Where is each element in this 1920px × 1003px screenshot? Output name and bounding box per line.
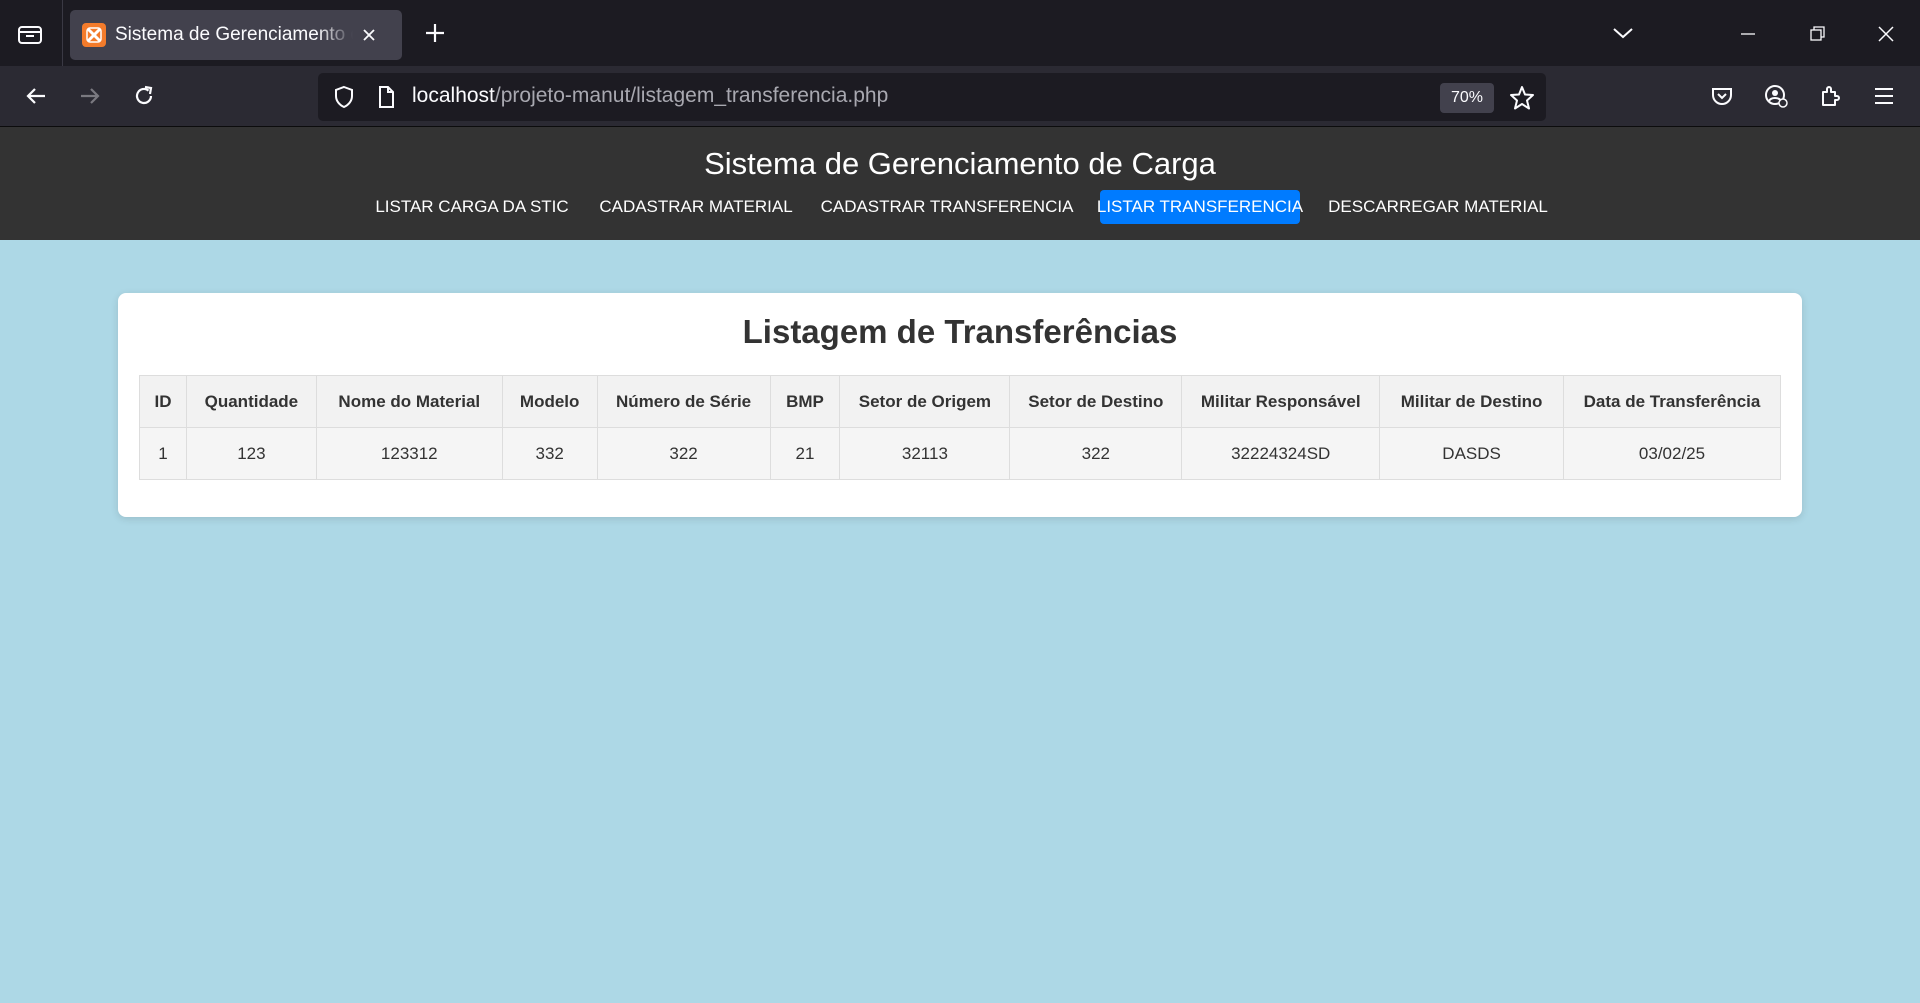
column-header-militar-destino: Militar de Destino [1379,375,1565,428]
cell-militar-responsavel: 32224324SD [1181,427,1381,480]
account-icon[interactable] [1756,76,1796,116]
pocket-icon[interactable] [1702,76,1742,116]
url-host: localhost [412,84,495,107]
column-header-modelo: Modelo [501,375,598,428]
page-title: Listagem de Transferências [742,313,1178,350]
column-header-setor-origem: Setor de Origem [839,375,1011,428]
chevron-down-icon[interactable] [1608,18,1638,48]
plus-icon[interactable] [420,18,450,48]
table-header-row: ID Quantidade Nome do Material Modelo Nú… [139,375,1781,428]
address-bar[interactable]: localhost/projeto-manut/listagem_transfe… [318,73,1546,121]
menu-item-listar-transferencia[interactable]: LISTAR TRANSFERENCIA [1097,190,1303,224]
menu-item-cadastrar-transferencia[interactable]: CADASTRAR TRANSFERENCIA [821,190,1074,224]
reload-icon[interactable] [124,76,164,116]
cell-quantidade: 123 [185,427,317,480]
app-header: Sistema de Gerenciamento de Carga LISTAR… [0,127,1920,240]
column-header-militar-responsavel: Militar Responsável [1181,375,1381,428]
page-icon[interactable] [374,85,398,109]
cell-militar-destino: DASDS [1379,427,1565,480]
url-path: /projeto-manut/listagem_transferencia.ph… [494,84,889,107]
tab-overview-icon[interactable] [12,16,48,52]
star-icon[interactable] [1508,84,1536,112]
restore-icon[interactable] [1797,14,1837,54]
table-row: 1 123 123312 332 322 21 32113 322 322243… [139,427,1781,480]
xampp-favicon-icon [82,23,106,47]
transfer-list-card: Listagem de Transferências ID Quantidade… [118,293,1802,517]
column-header-id: ID [139,375,187,428]
browser-navbar: localhost/projeto-manut/listagem_transfe… [0,66,1920,127]
cell-data-transferencia: 03/02/25 [1563,427,1781,480]
tab-title: Sistema de Gerenciamento de Carga [115,24,353,45]
cell-setor-origem: 32113 [839,427,1011,480]
url-text[interactable]: localhost/projeto-manut/listagem_transfe… [412,84,888,108]
column-header-quantidade: Quantidade [185,375,317,428]
menu-item-cadastrar-material[interactable]: CADASTRAR MATERIAL [598,190,794,224]
transfers-table: ID Quantidade Nome do Material Modelo Nú… [139,375,1781,480]
menu-item-listar-carga[interactable]: LISTAR CARGA DA STIC [375,190,568,224]
extensions-icon[interactable] [1810,76,1850,116]
column-header-numero-serie: Número de Série [596,375,771,428]
cell-modelo: 332 [501,427,598,480]
browser-tabstrip: Sistema de Gerenciamento de Carga [0,0,1920,66]
cell-id: 1 [139,427,187,480]
zoom-level-button[interactable]: 70% [1440,83,1494,113]
forward-arrow-icon[interactable] [70,76,110,116]
browser-tab[interactable]: Sistema de Gerenciamento de Carga [70,10,402,60]
cell-numero-serie: 322 [596,427,771,480]
back-arrow-icon[interactable] [16,76,56,116]
minimize-icon[interactable] [1728,14,1768,54]
app-title: Sistema de Gerenciamento de Carga [704,146,1216,181]
column-header-setor-destino: Setor de Destino [1009,375,1183,428]
column-header-bmp: BMP [769,375,841,428]
column-header-data-transferencia: Data de Transferência [1563,375,1781,428]
cell-setor-destino: 322 [1009,427,1183,480]
column-header-nome-material: Nome do Material [315,375,503,428]
close-window-icon[interactable] [1866,14,1906,54]
menu-icon[interactable] [1864,76,1904,116]
tabstrip-divider [62,0,63,66]
menu-item-descarregar-material[interactable]: DESCARREGAR MATERIAL [1328,190,1548,224]
close-icon[interactable] [357,23,381,47]
shield-icon[interactable] [332,85,356,109]
cell-nome-material: 123312 [315,427,503,480]
cell-bmp: 21 [769,427,841,480]
main-menu: LISTAR CARGA DA STIC CADASTRAR MATERIAL … [0,190,1920,224]
